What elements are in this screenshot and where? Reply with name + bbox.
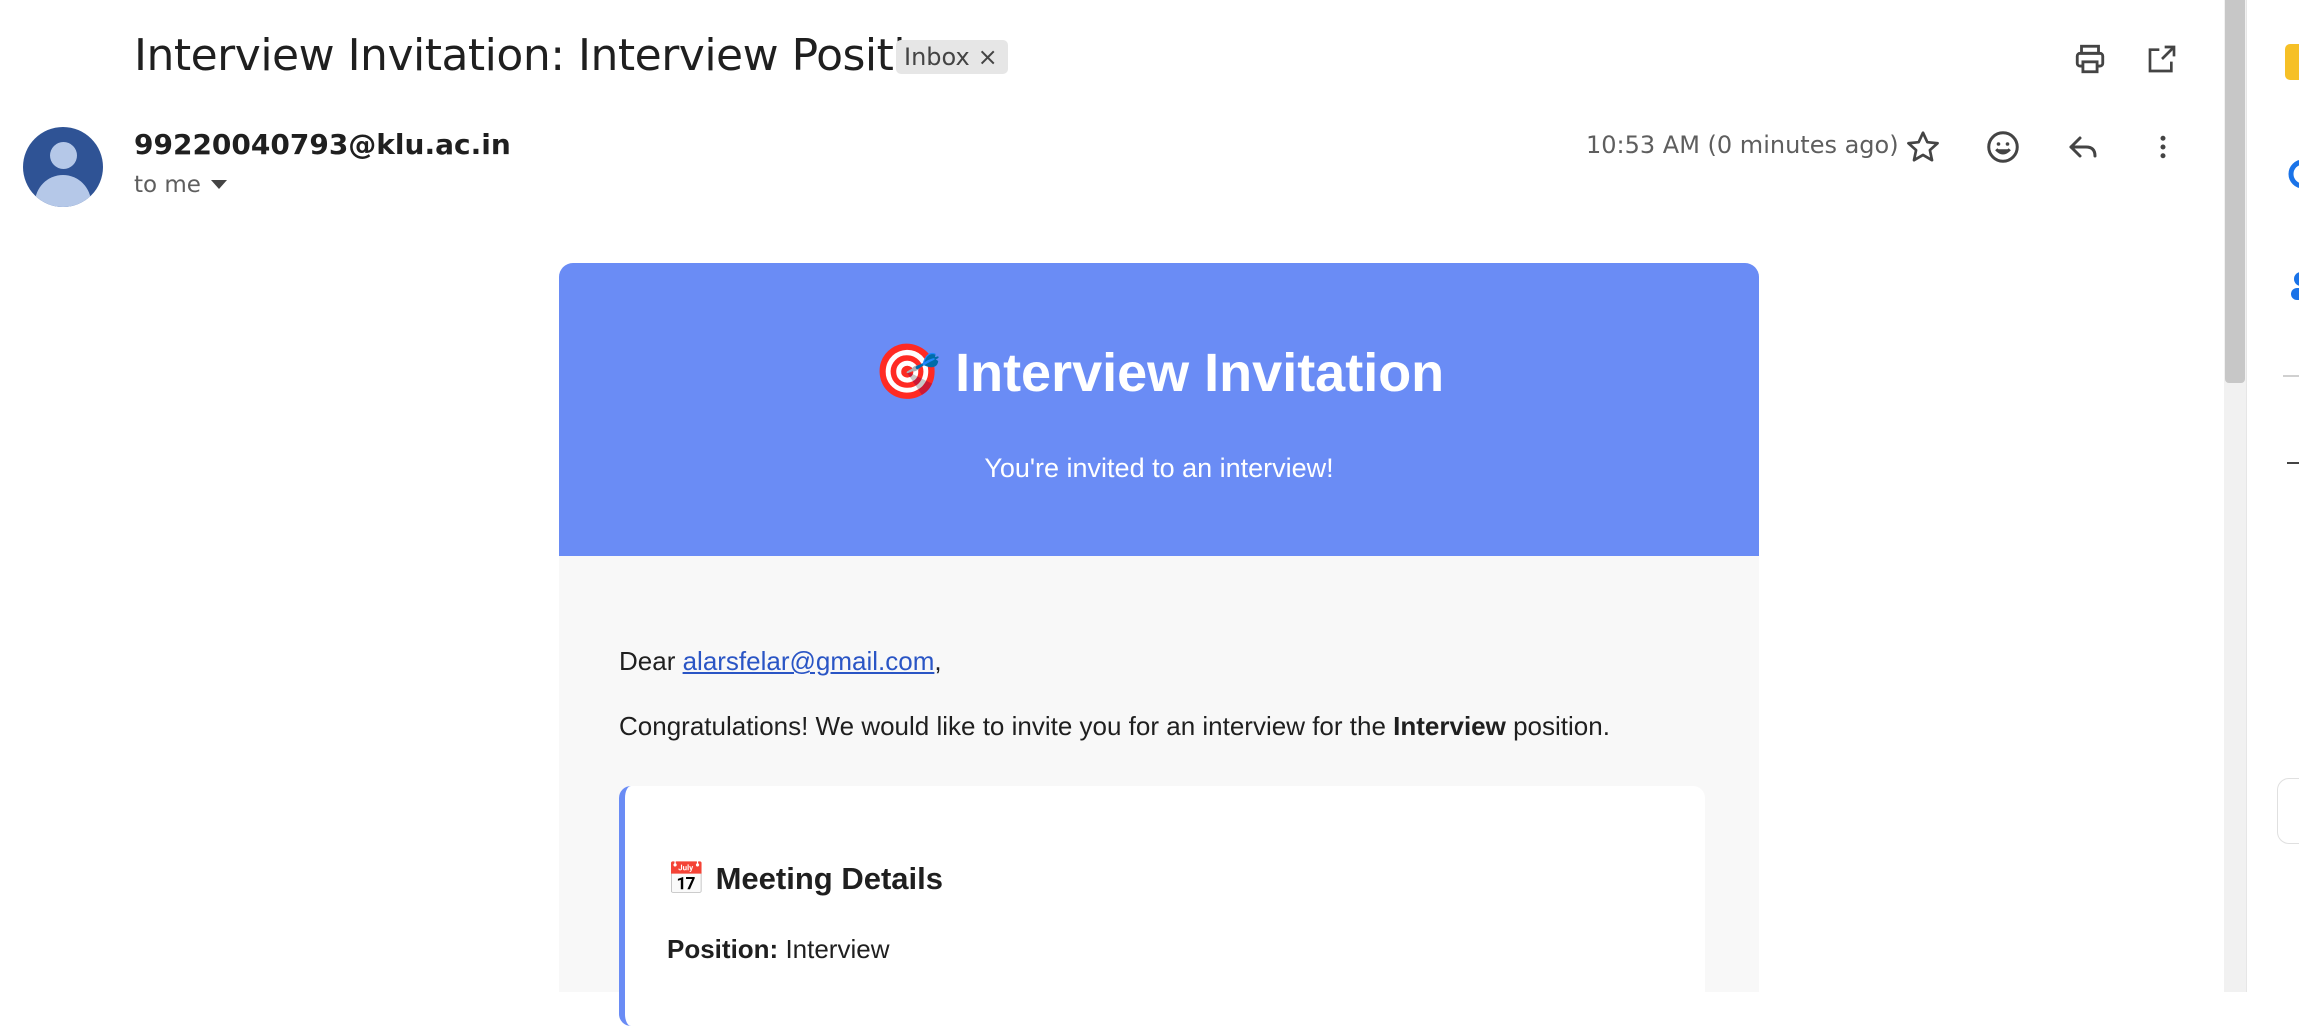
congrats-position: Interview — [1393, 711, 1506, 741]
congrats-suffix: position. — [1505, 711, 1610, 741]
keep-icon — [2288, 160, 2299, 188]
sender-avatar[interactable] — [23, 127, 103, 207]
position-value: Interview — [778, 934, 890, 964]
sender-address[interactable]: 99220040793@klu.ac.in — [134, 128, 511, 161]
inbox-label-chip[interactable]: Inbox × — [896, 40, 1008, 74]
scrollbar-thumb[interactable] — [2225, 0, 2245, 383]
print-icon — [2075, 44, 2105, 74]
greeting-line: Dear alarsfelar@gmail.com, — [619, 646, 942, 677]
contacts-app-icon[interactable] — [2287, 270, 2299, 304]
recipient-details-toggle[interactable]: to me — [134, 172, 227, 198]
contacts-icon — [2291, 272, 2299, 300]
banner-subtitle: You're invited to an interview! — [984, 453, 1334, 483]
star-button[interactable] — [1893, 117, 1953, 177]
invitation-banner: 🎯 Interview Invitation You're invited to… — [559, 263, 1759, 556]
side-panel-toggle[interactable] — [2277, 778, 2299, 844]
remove-label-button[interactable]: × — [978, 43, 998, 71]
congrats-prefix: Congratulations! We would like to invite… — [619, 711, 1394, 741]
recipient-text: to me — [134, 172, 201, 198]
position-label: Position: — [667, 934, 779, 964]
open-in-new-window-button[interactable] — [2132, 29, 2192, 89]
position-row: Position: Interview — [667, 934, 889, 965]
banner-title: 🎯 Interview Invitation — [559, 341, 1759, 404]
target-icon: 🎯 — [873, 342, 942, 402]
print-button[interactable] — [2060, 29, 2120, 89]
meeting-details-card: 📅 Meeting Details Position: Interview — [619, 786, 1705, 1026]
star-icon — [1907, 131, 1939, 162]
email-subject: Interview Invitation: Interview Position — [134, 30, 959, 81]
side-panel-divider — [2283, 375, 2299, 377]
caret-down-icon — [210, 180, 227, 189]
meeting-details-title: Meeting Details — [715, 860, 943, 896]
more-vert-icon — [2160, 135, 2166, 159]
side-panel — [2246, 0, 2299, 992]
reply-icon — [2069, 136, 2097, 158]
avatar-head-shape — [50, 142, 77, 169]
congratulations-line: Congratulations! We would like to invite… — [619, 711, 1610, 742]
calendar-app-icon[interactable] — [2285, 44, 2299, 80]
open-in-new-icon — [2148, 45, 2176, 73]
banner-title-text: Interview Invitation — [955, 342, 1445, 403]
more-options-button[interactable] — [2133, 117, 2193, 177]
greeting-prefix: Dear — [619, 646, 683, 676]
meeting-details-heading: 📅 Meeting Details — [667, 860, 943, 897]
reply-button[interactable] — [2053, 117, 2113, 177]
greeting-suffix: , — [934, 646, 942, 676]
avatar-body-shape — [35, 175, 91, 207]
calendar-icon: 📅 — [667, 861, 706, 896]
emoji-icon — [1987, 131, 2019, 163]
add-app-icon[interactable] — [2287, 462, 2299, 464]
add-reaction-button[interactable] — [1973, 117, 2033, 177]
invitation-content: Dear alarsfelar@gmail.com, Congratulatio… — [559, 556, 1759, 1026]
message-timestamp: 10:53 AM (0 minutes ago) — [1586, 131, 1899, 159]
keep-app-icon[interactable] — [2285, 158, 2299, 190]
recipient-email-link[interactable]: alarsfelar@gmail.com — [683, 646, 935, 676]
label-chip-text: Inbox — [904, 43, 970, 71]
